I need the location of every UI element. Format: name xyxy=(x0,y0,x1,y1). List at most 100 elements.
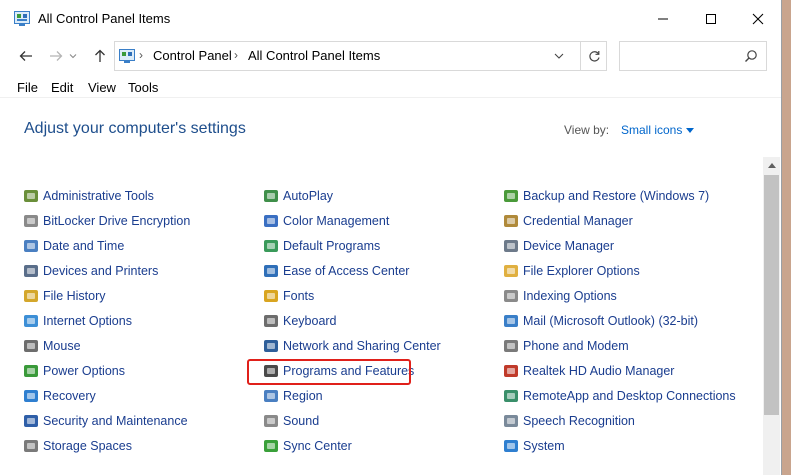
control-panel-item[interactable]: Network and Sharing Center xyxy=(263,336,441,356)
navigation-bar: › Control Panel › All Control Panel Item… xyxy=(0,38,781,74)
control-panel-item[interactable]: Sound xyxy=(263,411,319,431)
control-panel-item[interactable]: Recovery xyxy=(23,386,96,406)
menu-bar: File Edit View Tools xyxy=(0,78,781,98)
control-panel-item[interactable]: File History xyxy=(23,286,106,306)
control-panel-item[interactable]: Keyboard xyxy=(263,311,337,331)
default-programs-icon xyxy=(264,240,278,252)
control-panel-item-label: Fonts xyxy=(283,289,315,303)
clock-icon xyxy=(24,240,38,252)
control-panel-item-label: Ease of Access Center xyxy=(283,264,410,278)
menu-tools[interactable]: Tools xyxy=(128,80,158,95)
control-panel-item-label: File Explorer Options xyxy=(523,264,640,278)
control-panel-icon xyxy=(14,11,30,26)
administrative-tools-icon xyxy=(24,190,38,202)
menu-file[interactable]: File xyxy=(17,80,38,95)
phone-icon xyxy=(504,340,518,352)
up-button[interactable] xyxy=(89,47,111,65)
arrow-left-icon xyxy=(19,51,32,61)
folder-options-icon xyxy=(504,265,518,277)
control-panel-item[interactable]: Default Programs xyxy=(263,236,380,256)
chevron-down-icon xyxy=(69,54,77,59)
system-icon xyxy=(504,440,518,452)
recovery-icon xyxy=(24,390,38,402)
control-panel-item[interactable]: Mail (Microsoft Outlook) (32-bit) xyxy=(503,311,698,331)
scroll-thumb[interactable] xyxy=(764,175,779,415)
remoteapp-icon xyxy=(504,390,518,402)
menu-edit[interactable]: Edit xyxy=(51,80,73,95)
control-panel-item-label: Keyboard xyxy=(283,314,337,328)
menu-view[interactable]: View xyxy=(88,80,116,95)
control-panel-item[interactable]: Color Management xyxy=(263,211,389,231)
search-input[interactable] xyxy=(619,41,767,71)
control-panel-item[interactable]: Power Options xyxy=(23,361,125,381)
control-panel-item[interactable]: System xyxy=(503,436,565,456)
bitlocker-icon xyxy=(24,215,38,227)
microphone-icon xyxy=(504,415,518,427)
arrow-right-icon xyxy=(50,51,63,61)
control-panel-item-label: AutoPlay xyxy=(283,189,334,203)
vertical-scrollbar[interactable] xyxy=(763,157,780,475)
control-panel-item-label: Network and Sharing Center xyxy=(283,339,441,353)
control-panel-item-label: BitLocker Drive Encryption xyxy=(43,214,191,228)
control-panel-item-label: Mouse xyxy=(43,339,81,353)
control-panel-window: All Control Panel Items › Control Panel … xyxy=(0,0,782,475)
control-panel-item[interactable]: Ease of Access Center xyxy=(263,261,409,281)
control-panel-item-label: Sync Center xyxy=(283,439,352,453)
address-history-button[interactable] xyxy=(546,42,571,70)
control-panel-item[interactable]: BitLocker Drive Encryption xyxy=(23,211,190,231)
keyboard-icon xyxy=(264,315,278,327)
control-panel-item-label: Recovery xyxy=(43,389,96,403)
control-panel-item-label: RemoteApp and Desktop Connections xyxy=(523,389,736,403)
globe-icon xyxy=(24,315,38,327)
control-panel-item-label: Mail (Microsoft Outlook) (32-bit) xyxy=(523,314,699,328)
flag-icon xyxy=(24,415,38,427)
breadcrumb-control-panel[interactable]: Control Panel xyxy=(153,48,232,63)
power-icon xyxy=(24,365,38,377)
maximize-icon xyxy=(706,14,716,24)
control-panel-item[interactable]: Region xyxy=(263,386,323,406)
control-panel-item[interactable]: Security and Maintenance xyxy=(23,411,188,431)
mouse-icon xyxy=(24,340,38,352)
scroll-up-button[interactable] xyxy=(763,157,780,174)
control-panel-icon xyxy=(119,49,135,63)
control-panel-item[interactable]: Device Manager xyxy=(503,236,614,256)
minimize-icon xyxy=(658,18,668,20)
maximize-button[interactable] xyxy=(688,0,734,38)
control-panel-item-label: System xyxy=(523,439,565,453)
control-panel-item-label: Storage Spaces xyxy=(43,439,132,453)
audio-manager-icon xyxy=(504,365,518,377)
control-panel-item[interactable]: Devices and Printers xyxy=(23,261,158,281)
address-bar[interactable]: › Control Panel › All Control Panel Item… xyxy=(114,41,607,71)
control-panel-item-label: Device Manager xyxy=(523,239,615,253)
monitor-color-icon xyxy=(264,215,278,227)
indexing-icon xyxy=(504,290,518,302)
control-panel-item-label: Sound xyxy=(283,414,320,428)
control-panel-item[interactable]: Internet Options xyxy=(23,311,132,331)
control-panel-item[interactable]: Speech Recognition xyxy=(503,411,635,431)
control-panel-item[interactable]: Fonts xyxy=(263,286,314,306)
forward-button[interactable] xyxy=(45,47,67,65)
control-panel-item[interactable]: Mouse xyxy=(23,336,81,356)
control-panel-item[interactable]: Indexing Options xyxy=(503,286,617,306)
breadcrumb-all-items[interactable]: All Control Panel Items xyxy=(248,48,380,63)
control-panel-item[interactable]: Credential Manager xyxy=(503,211,633,231)
control-panel-item[interactable]: Backup and Restore (Windows 7) xyxy=(503,186,709,206)
control-panel-item[interactable]: AutoPlay xyxy=(263,186,333,206)
refresh-button[interactable] xyxy=(580,42,607,70)
breadcrumb-separator-icon: › xyxy=(139,48,143,62)
back-button[interactable] xyxy=(15,47,37,65)
control-panel-item[interactable]: Date and Time xyxy=(23,236,124,256)
file-history-icon xyxy=(24,290,38,302)
control-panel-item[interactable]: Phone and Modem xyxy=(503,336,629,356)
control-panel-item[interactable]: File Explorer Options xyxy=(503,261,640,281)
control-panel-item[interactable]: Sync Center xyxy=(263,436,352,456)
minimize-button[interactable] xyxy=(640,0,686,38)
control-panel-item[interactable]: Realtek HD Audio Manager xyxy=(503,361,674,381)
control-panel-item[interactable]: RemoteApp and Desktop Connections xyxy=(503,386,736,406)
close-button[interactable] xyxy=(735,0,781,38)
control-panel-item[interactable]: Storage Spaces xyxy=(23,436,132,456)
recent-locations-button[interactable] xyxy=(66,47,80,65)
control-panel-item[interactable]: Administrative Tools xyxy=(23,186,154,206)
view-by-caret-icon[interactable] xyxy=(686,128,694,133)
view-by-dropdown[interactable]: Small icons xyxy=(621,123,682,137)
